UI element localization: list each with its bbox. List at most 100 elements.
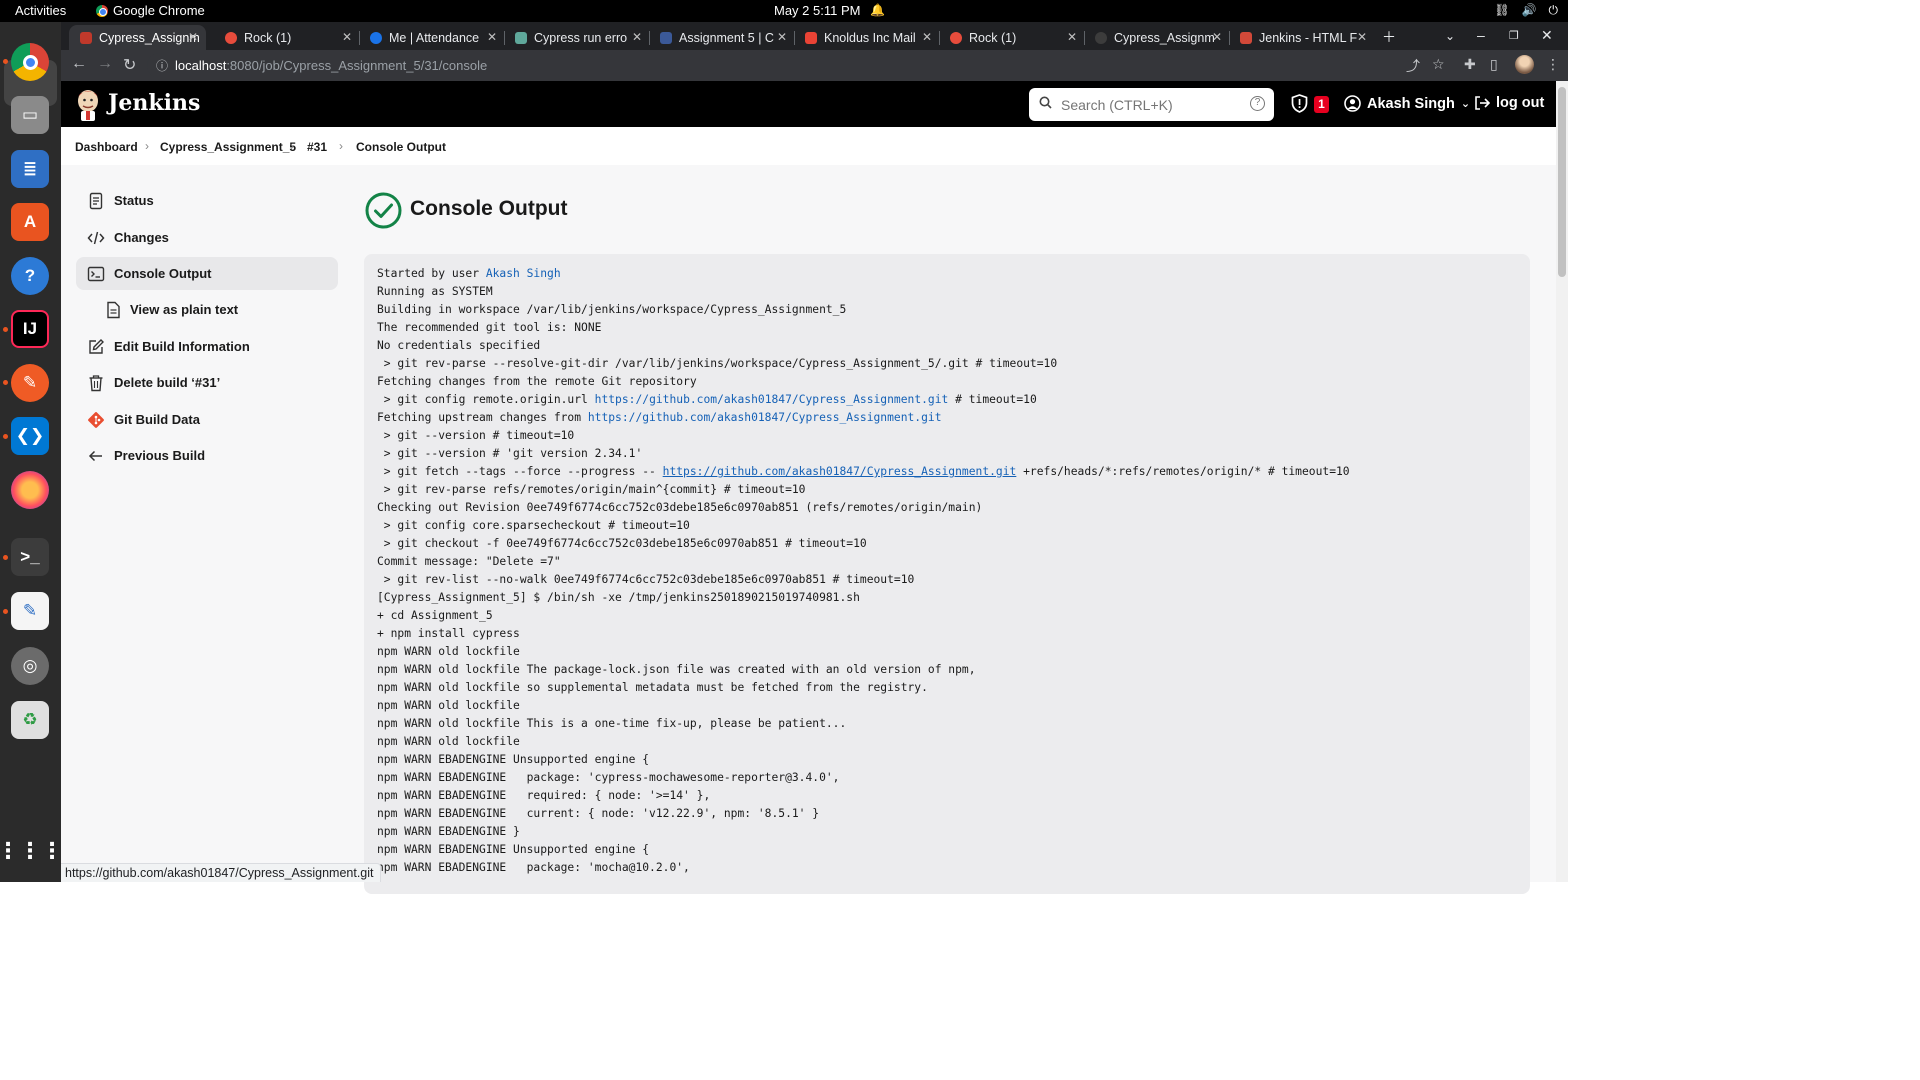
browser-tab[interactable]: Rock (1) ✕ <box>214 25 360 50</box>
chrome-dock-icon[interactable] <box>11 43 49 81</box>
browser-tab[interactable]: Rock (1) ✕ <box>939 25 1085 50</box>
browser-tab[interactable]: Cypress_Assignm ✕ <box>69 25 206 50</box>
breadcrumb-dashboard[interactable]: Dashboard <box>75 140 138 154</box>
trash-icon[interactable]: ♻ <box>11 701 49 739</box>
address-bar[interactable]: ⓘ localhost:8080/job/Cypress_Assignment_… <box>147 53 1437 78</box>
console-text: npm WARN old lockfile <box>377 645 520 658</box>
browser-tab[interactable]: Me | Attendance ✕ <box>359 25 505 50</box>
close-tab-icon[interactable]: ✕ <box>342 30 352 44</box>
console-link[interactable]: https://github.com/akash01847/Cypress_As… <box>663 465 1017 478</box>
browser-tab[interactable]: Jenkins - HTML F ✕ <box>1229 25 1375 50</box>
logout-icon <box>1475 96 1490 110</box>
breadcrumb-job[interactable]: Cypress_Assignment_5 <box>160 140 296 154</box>
activities-button[interactable]: Activities <box>15 3 66 18</box>
console-text: +refs/heads/*:refs/remotes/origin/* # ti… <box>1016 465 1350 478</box>
console-text: npm WARN old lockfile <box>377 699 520 712</box>
rock-favicon-icon <box>225 31 237 44</box>
browser-tab[interactable]: Assignment 5 | C ✕ <box>649 25 795 50</box>
help-icon[interactable]: ? <box>11 257 49 295</box>
power-icon: ⏻ <box>1548 3 1559 17</box>
close-tab-icon[interactable]: ✕ <box>487 30 497 44</box>
files-icon[interactable]: ▭ <box>11 96 49 134</box>
site-info-icon[interactable]: ⓘ <box>156 57 168 74</box>
close-tab-icon[interactable]: ✕ <box>777 30 787 44</box>
console-output[interactable]: Started by user Akash Singh Running as SY… <box>364 254 1530 894</box>
sidebar-item-git-build-data[interactable]: Git Build Data <box>76 403 338 436</box>
sidebar-item-console-output[interactable]: Console Output <box>76 257 338 290</box>
running-indicator <box>3 59 8 64</box>
browser-tab[interactable]: Knoldus Inc Mail ✕ <box>794 25 940 50</box>
minimize-icon[interactable]: – <box>1477 27 1485 43</box>
profile-avatar[interactable] <box>1515 55 1534 74</box>
close-tab-icon[interactable]: ✕ <box>1067 30 1077 44</box>
tab-search-icon[interactable]: ⌄ <box>1445 29 1455 43</box>
search-box[interactable]: ? <box>1029 88 1274 121</box>
logout-link[interactable]: log out <box>1474 95 1544 111</box>
user-name: Akash Singh <box>1367 95 1455 112</box>
gmail-favicon-icon <box>805 31 817 44</box>
sidebar-item-label: Git Build Data <box>114 412 200 427</box>
postman-icon[interactable]: ✎ <box>11 364 49 402</box>
new-tab-icon[interactable]: ＋ <box>1382 27 1396 47</box>
security-alert-badge[interactable]: 1 <box>1314 96 1329 113</box>
console-line: > git config remote.origin.url https://g… <box>377 391 1530 409</box>
text-editor-icon[interactable]: ✎ <box>11 592 49 630</box>
breadcrumb-build[interactable]: #31 <box>307 140 327 154</box>
forward-arrow-icon[interactable]: → <box>97 55 113 73</box>
close-tab-icon[interactable]: ✕ <box>188 30 198 44</box>
sidebar-item-edit-build-information[interactable]: Edit Build Information <box>76 330 338 363</box>
console-link[interactable]: Akash Singh <box>486 267 561 280</box>
close-tab-icon[interactable]: ✕ <box>922 30 932 44</box>
scrollbar-thumb[interactable] <box>1558 87 1566 277</box>
browser-tab[interactable]: Cypress_Assignm ✕ <box>1084 25 1230 50</box>
user-menu[interactable]: Akash Singh ⌄ <box>1344 95 1470 112</box>
sidebar-item-view-plain-text[interactable]: View as plain text <box>76 293 338 326</box>
page-scrollbar[interactable] <box>1556 81 1568 882</box>
back-arrow-icon[interactable]: ← <box>71 55 87 73</box>
console-line: npm WARN old lockfile so supplemental me… <box>377 679 1530 697</box>
browser-tab[interactable]: Cypress run erro ✕ <box>504 25 650 50</box>
clock[interactable]: May 2 5:11 PM <box>774 3 860 18</box>
share-icon[interactable]: ⤴ <box>1406 56 1420 76</box>
jenkins-header: Jenkins ? 1 Akash Singh ⌄ log out <box>61 81 1556 127</box>
terminal-icon[interactable]: >_ <box>11 538 49 576</box>
close-tab-icon[interactable]: ✕ <box>1212 30 1222 44</box>
software-center-icon[interactable]: A <box>11 203 49 241</box>
file-icon <box>107 301 120 319</box>
help-icon[interactable]: ? <box>1250 96 1265 111</box>
sidebar-item-delete-build[interactable]: Delete build ‘#31’ <box>76 366 338 399</box>
close-tab-icon[interactable]: ✕ <box>632 30 642 44</box>
close-window-icon[interactable]: ✕ <box>1541 27 1553 44</box>
system-tray[interactable]: ⛓ 🔊 ⏻ <box>1494 3 1558 18</box>
side-panel-icon[interactable]: ▯ <box>1490 56 1498 73</box>
bookmark-star-icon[interactable]: ☆ <box>1432 56 1445 73</box>
jenkins-brand[interactable]: Jenkins <box>108 90 200 116</box>
disk-icon[interactable]: ◎ <box>11 647 49 685</box>
console-line: npm WARN old lockfile <box>377 733 1530 751</box>
extensions-puzzle-icon[interactable]: ✚ <box>1464 56 1476 73</box>
writer-icon[interactable]: ≣ <box>11 150 49 188</box>
chrome-menu-icon[interactable]: ⋮ <box>1546 56 1560 73</box>
firefox-icon[interactable] <box>11 471 49 509</box>
restore-icon[interactable]: ❐ <box>1509 29 1519 42</box>
close-tab-icon[interactable]: ✕ <box>1357 30 1367 44</box>
jenkins-favicon-icon <box>80 31 92 44</box>
code-icon <box>87 231 105 245</box>
sidebar-item-status[interactable]: Status <box>76 184 338 217</box>
security-shield-icon[interactable] <box>1291 94 1308 118</box>
side-panel: Status Changes Console Output View as pl… <box>61 165 351 882</box>
console-text: > git rev-parse --resolve-git-dir /var/l… <box>377 357 1058 370</box>
console-text: > git rev-list --no-walk 0ee749f6774c6cc… <box>377 573 915 586</box>
sidebar-item-previous-build[interactable]: Previous Build <box>76 439 338 472</box>
console-link[interactable]: https://github.com/akash01847/Cypress_As… <box>588 411 942 424</box>
intellij-icon[interactable]: IJ <box>11 310 49 348</box>
sidebar-item-changes[interactable]: Changes <box>76 221 338 254</box>
reload-icon[interactable]: ↻ <box>123 55 136 75</box>
search-input[interactable] <box>1061 88 1241 121</box>
app-grid-icon[interactable]: ⋮⋮⋮ <box>0 832 63 870</box>
vscode-icon[interactable]: ❮❯ <box>11 417 49 455</box>
breadcrumb-current[interactable]: Console Output <box>356 140 446 154</box>
app-menu[interactable]: Google Chrome <box>96 3 205 18</box>
console-link[interactable]: https://github.com/akash01847/Cypress_As… <box>595 393 949 406</box>
jenkins-logo-icon[interactable] <box>75 87 101 121</box>
